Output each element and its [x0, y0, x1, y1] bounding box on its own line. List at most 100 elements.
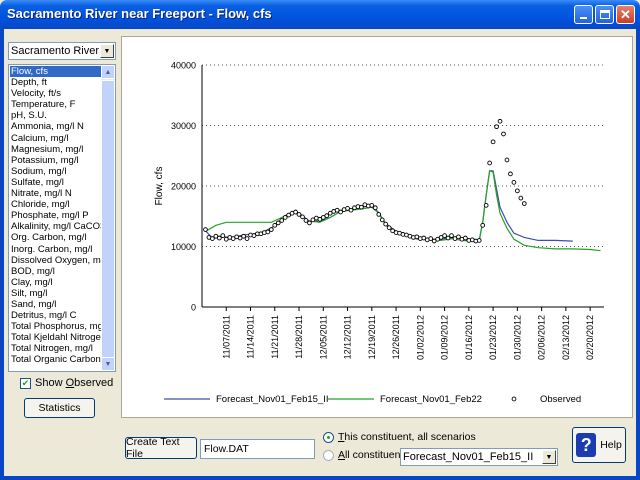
observed-point — [497, 118, 503, 124]
chevron-down-icon[interactable]: ▼ — [542, 450, 556, 464]
location-select[interactable]: Sacramento River near ▼ — [8, 42, 116, 60]
x-tick-label: 12/12/2011 — [343, 315, 353, 359]
observed-point — [348, 207, 354, 213]
constituent-item[interactable]: Phosphate, mg/l P — [10, 210, 101, 221]
scroll-up-icon[interactable]: ▲ — [101, 65, 115, 79]
observed-point — [279, 218, 285, 223]
constituent-item[interactable]: Potassium, mg/l — [10, 155, 101, 166]
x-tick-label: 12/26/2011 — [391, 315, 401, 359]
constituent-item[interactable]: Total Phosphorus, mg/l — [10, 321, 101, 332]
x-tick-label: 01/30/2012 — [512, 315, 522, 360]
observed-point — [480, 222, 486, 228]
list-scrollbar[interactable]: ▲ ▼ — [101, 65, 115, 371]
scroll-down-icon[interactable]: ▼ — [101, 357, 115, 371]
show-observed-label: Show Observed — [35, 377, 114, 389]
help-icon: ? — [576, 433, 597, 457]
constituent-item[interactable]: Total Kjeldahl Nitrogen, — [10, 332, 101, 343]
filename-field[interactable] — [200, 439, 315, 459]
observed-point — [359, 204, 364, 210]
observed-point — [487, 160, 492, 166]
constituent-item[interactable]: Silt, mg/l — [10, 288, 101, 299]
observed-point — [490, 139, 496, 145]
constituent-item[interactable]: Dissolved Oxygen, mg/l — [10, 255, 101, 266]
chart-panel: 0 10000 20000 30000 40000 Flow, cfs 11/07/2011… — [121, 36, 633, 418]
observed-point — [483, 203, 489, 208]
y-tick-label: 20000 — [171, 182, 196, 192]
y-axis-label: Flow, cfs — [154, 167, 165, 206]
scroll-thumb[interactable] — [101, 80, 115, 358]
minimize-button[interactable] — [574, 5, 593, 24]
observed-point — [494, 124, 499, 130]
constituent-item[interactable]: Ammonia, mg/l N — [10, 121, 101, 132]
constituent-item[interactable]: Velocity, ft/s — [10, 88, 101, 99]
radio-all-constituents[interactable]: All constituents, — [323, 449, 412, 461]
help-button[interactable]: ? Help — [572, 427, 626, 463]
constituent-item[interactable]: Sulfate, mg/l — [10, 177, 101, 188]
close-button[interactable]: ✕ — [616, 5, 635, 24]
x-tick-label: 02/06/2012 — [537, 315, 547, 360]
observed-point — [515, 188, 520, 194]
radio-this-constituent[interactable]: This constituent, all scenarios — [323, 431, 476, 443]
observed-point — [369, 203, 375, 208]
radio-this-label: This constituent, all scenarios — [338, 431, 476, 443]
constituent-item[interactable]: Magnesium, mg/l — [10, 144, 101, 155]
constituent-item[interactable]: Total Organic Carbon, n — [10, 354, 101, 365]
observed-point — [386, 225, 392, 231]
maximize-button[interactable] — [595, 5, 614, 24]
legend-label-2: Forecast_Nov01_Feb22 — [380, 394, 482, 405]
legend-label-1: Forecast_Nov01_Feb15_II — [216, 394, 328, 405]
observed-point — [376, 212, 382, 217]
constituent-item[interactable]: Depth, ft — [10, 77, 101, 88]
constituent-item[interactable]: BOD, mg/l — [10, 266, 101, 277]
constituent-item[interactable]: pH, S.U. — [10, 110, 101, 121]
observed-point — [449, 233, 454, 238]
observed-point — [220, 233, 226, 238]
x-tick-label: 02/20/2012 — [585, 315, 595, 360]
observed-point — [303, 218, 309, 223]
observed-point — [521, 201, 527, 206]
flow-chart: 0 10000 20000 30000 40000 Flow, cfs 11/07/2011… — [154, 61, 604, 405]
observed-point — [372, 205, 378, 211]
constituent-item[interactable]: Nitrate, mg/l N — [10, 188, 101, 199]
constituent-item[interactable]: Chloride, mg/l — [10, 199, 101, 210]
x-tick-label: 12/05/2011 — [318, 315, 328, 359]
observed-point — [476, 238, 482, 243]
legend-label-3: Observed — [540, 394, 581, 405]
constituent-item[interactable]: Detritus, mg/l C — [10, 310, 101, 321]
chevron-down-icon[interactable]: ▼ — [100, 44, 114, 58]
observed-point — [501, 131, 506, 137]
observed-point — [216, 235, 222, 241]
constituent-item[interactable]: Temperature, F — [10, 99, 101, 110]
observed-point — [296, 212, 302, 217]
observed-point — [463, 235, 468, 241]
create-text-file-button[interactable]: Create Text File — [125, 436, 197, 460]
constituent-item[interactable]: Sand, mg/l — [10, 299, 101, 310]
constituent-item[interactable]: Org. Carbon, mg/l — [10, 232, 101, 243]
x-tick-label: 01/02/2012 — [415, 315, 425, 360]
help-label: Help — [600, 439, 622, 451]
observed-point — [272, 222, 278, 228]
y-tick-label: 0 — [191, 303, 196, 313]
check-icon[interactable]: ✔ — [20, 377, 31, 389]
constituent-item[interactable]: Alkalinity, mg/l CaCO3 — [10, 221, 101, 232]
x-tick-label: 12/19/2011 — [367, 315, 377, 359]
observed-point — [456, 234, 461, 240]
scenario-select[interactable]: Forecast_Nov01_Feb15_II ▼ — [400, 448, 558, 466]
constituent-item[interactable]: Calcium, mg/l — [10, 133, 101, 144]
radio-selected-icon[interactable] — [323, 431, 334, 443]
close-icon: ✕ — [620, 7, 631, 22]
constituent-item[interactable]: Clay, mg/l — [10, 277, 101, 288]
observed-point — [445, 235, 451, 241]
constituent-item[interactable]: Inorg. Carbon, mg/l — [10, 244, 101, 255]
show-observed-checkbox[interactable]: ✔ Show Observed — [20, 377, 113, 389]
x-tick-label: 01/23/2012 — [488, 315, 498, 360]
observed-point — [203, 227, 208, 232]
export-panel: Create Text File This constituent, all s… — [121, 421, 633, 472]
x-tick-label: 11/28/2011 — [294, 315, 304, 359]
statistics-button[interactable]: Statistics — [24, 398, 95, 418]
constituent-item[interactable]: Sodium, mg/l — [10, 166, 101, 177]
radio-unselected-icon[interactable] — [323, 449, 334, 461]
constituent-item[interactable]: Flow, cfs — [10, 66, 101, 78]
constituent-list[interactable]: Flow, cfs Depth, ft Velocity, ft/s Temperat… — [8, 64, 116, 372]
constituent-item[interactable]: Total Nitrogen, mg/l — [10, 343, 101, 354]
